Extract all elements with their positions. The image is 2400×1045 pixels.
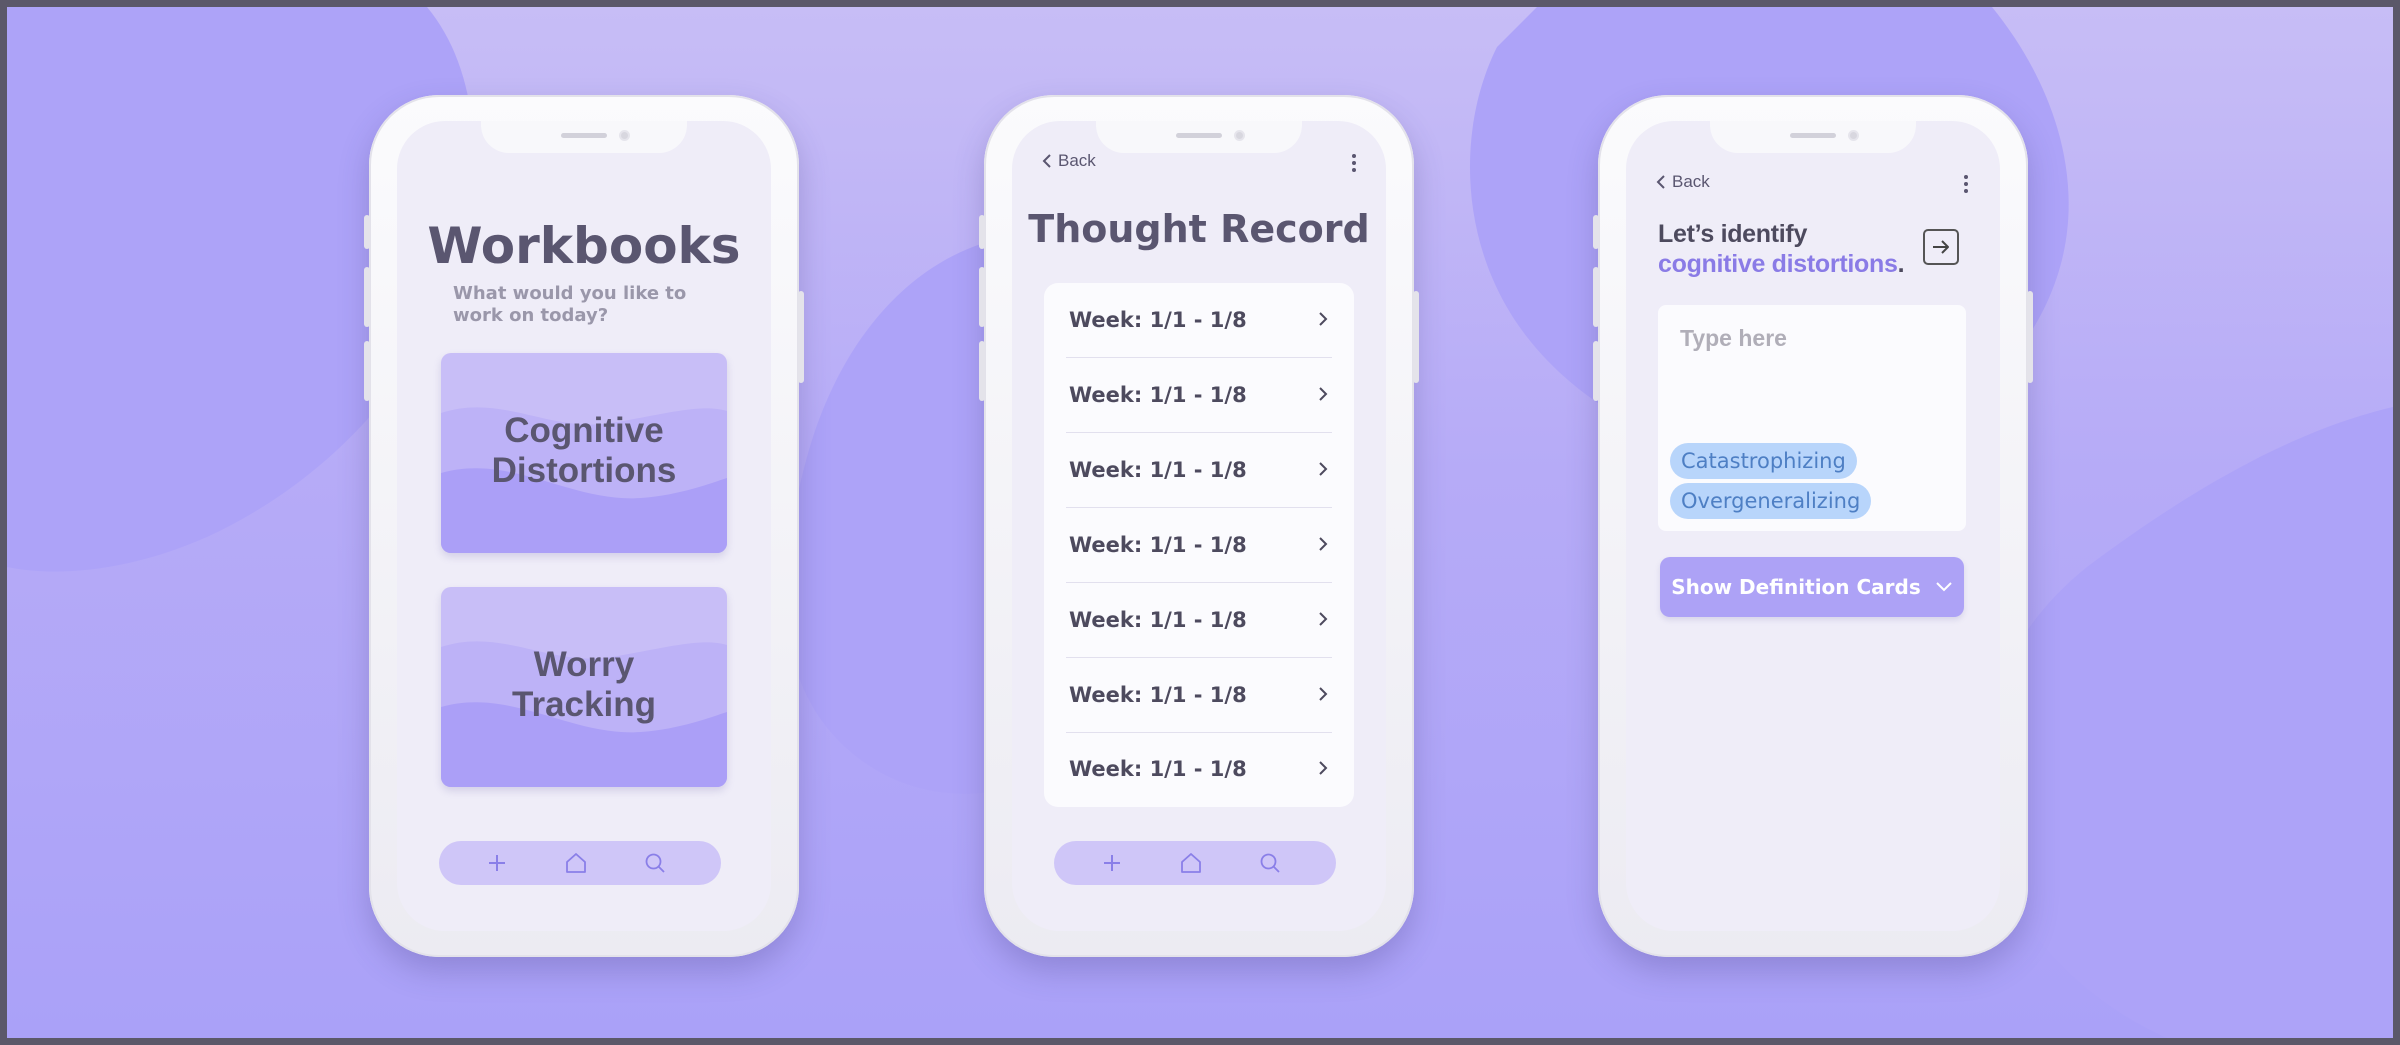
workbook-card-worry-tracking[interactable]: Worry Tracking: [441, 587, 727, 787]
list-item[interactable]: Week: 1/1 - 1/8: [1066, 358, 1332, 433]
distortion-input[interactable]: Type here Catastrophizing Overgeneralizi…: [1658, 305, 1966, 531]
arrow-right-icon: [1933, 240, 1949, 254]
search-icon[interactable]: [635, 841, 675, 885]
power-button: [1413, 291, 1419, 383]
heading-suffix: .: [1897, 250, 1905, 278]
camera: [1848, 130, 1859, 141]
list-item[interactable]: Week: 1/1 - 1/8: [1066, 658, 1332, 733]
chevron-right-icon: [1319, 686, 1328, 701]
bottom-nav-bar: [439, 841, 721, 885]
camera: [1234, 130, 1245, 141]
chevron-right-icon: [1319, 536, 1328, 551]
list-item-label: Week: 1/1 - 1/8: [1069, 382, 1247, 407]
phone-workbooks: Workbooks What would you like to work on…: [364, 95, 804, 957]
heading-prefix: Let’s identify: [1658, 220, 1808, 248]
home-icon[interactable]: [556, 841, 596, 885]
prompt-heading: Let’s identify cognitive distortions.: [1658, 219, 1918, 279]
screen: Workbooks What would you like to work on…: [397, 121, 771, 931]
list-item-label: Week: 1/1 - 1/8: [1069, 532, 1247, 557]
mute-switch: [979, 215, 985, 249]
chevron-right-icon: [1319, 462, 1328, 476]
chevron-left-icon: [1042, 154, 1051, 168]
page-title: Thought Record: [1028, 207, 1370, 251]
volume-down-button: [1593, 341, 1599, 401]
list-item-label: Week: 1/1 - 1/8: [1069, 682, 1247, 707]
submit-arrow-button[interactable]: [1923, 229, 1959, 265]
back-label: Back: [1672, 172, 1710, 191]
phone-identify-distortions: Back Let’s identify cognitive distortion…: [1593, 95, 2033, 957]
mute-switch: [364, 215, 370, 249]
screen: Back Let’s identify cognitive distortion…: [1626, 121, 2000, 931]
button-label: Show Definition Cards: [1671, 575, 1921, 599]
camera: [619, 130, 630, 141]
phone-notch: [1096, 121, 1302, 153]
card-label: Worry Tracking: [512, 645, 656, 724]
chevron-right-icon: [1319, 387, 1328, 401]
page-subtitle: What would you like to work on today?: [453, 283, 687, 326]
list-item-label: Week: 1/1 - 1/8: [1069, 457, 1247, 482]
plus-icon[interactable]: [477, 841, 517, 885]
volume-up-button: [1593, 267, 1599, 327]
list-item-label: Week: 1/1 - 1/8: [1069, 607, 1247, 632]
speaker: [1176, 133, 1222, 138]
chevron-right-icon: [1319, 312, 1328, 326]
screen: Back Thought Record Week: 1/1 - 1/8 Week:…: [1012, 121, 1386, 931]
power-button: [2027, 291, 2033, 383]
plus-icon[interactable]: [1092, 841, 1132, 885]
search-icon[interactable]: [1250, 841, 1290, 885]
power-button: [798, 291, 804, 383]
list-item-label: Week: 1/1 - 1/8: [1069, 757, 1247, 782]
heading-accent: cognitive distortions: [1658, 250, 1898, 278]
list-item-label: Week: 1/1 - 1/8: [1069, 308, 1247, 332]
workbook-card-cognitive-distortions[interactable]: Cognitive Distortions: [441, 353, 727, 553]
back-label: Back: [1058, 151, 1096, 170]
speaker: [561, 133, 607, 138]
chevron-down-icon: [1936, 582, 1952, 592]
list-item[interactable]: Week: 1/1 - 1/8: [1066, 583, 1332, 658]
show-definition-cards-button[interactable]: Show Definition Cards: [1660, 557, 1964, 617]
tag-chip-overgeneralizing[interactable]: Overgeneralizing: [1670, 483, 1872, 519]
list-item[interactable]: Week: 1/1 - 1/8: [1066, 433, 1332, 508]
volume-down-button: [979, 341, 985, 401]
home-icon[interactable]: [1171, 841, 1211, 885]
speaker: [1790, 133, 1836, 138]
list-item[interactable]: Week: 1/1 - 1/8: [1066, 508, 1332, 583]
page-title: Workbooks: [427, 217, 741, 275]
phone-notch: [481, 121, 687, 153]
more-options-icon[interactable]: [1350, 152, 1358, 174]
chevron-right-icon: [1319, 611, 1328, 626]
volume-up-button: [979, 267, 985, 327]
list-item[interactable]: Week: 1/1 - 1/8: [1066, 283, 1332, 358]
more-options-icon[interactable]: [1962, 173, 1970, 195]
mute-switch: [1593, 215, 1599, 249]
chevron-right-icon: [1319, 761, 1328, 776]
list-item[interactable]: Week: 1/1 - 1/8: [1066, 732, 1332, 806]
phone-thought-record: Back Thought Record Week: 1/1 - 1/8 Week:…: [979, 95, 1419, 957]
card-label: Cognitive Distortions: [491, 411, 677, 490]
chevron-left-icon: [1656, 175, 1665, 189]
bottom-nav-bar: [1054, 841, 1336, 885]
back-button[interactable]: Back: [1042, 151, 1096, 171]
volume-up-button: [364, 267, 370, 327]
week-list: Week: 1/1 - 1/8 Week: 1/1 - 1/8 Week: 1/1 …: [1044, 283, 1354, 807]
input-placeholder: Type here: [1680, 325, 1787, 351]
tag-chip-catastrophizing[interactable]: Catastrophizing: [1670, 443, 1857, 479]
phone-notch: [1710, 121, 1916, 153]
background: Workbooks What would you like to work on…: [7, 7, 2393, 1038]
back-button[interactable]: Back: [1656, 172, 1710, 192]
volume-down-button: [364, 341, 370, 401]
